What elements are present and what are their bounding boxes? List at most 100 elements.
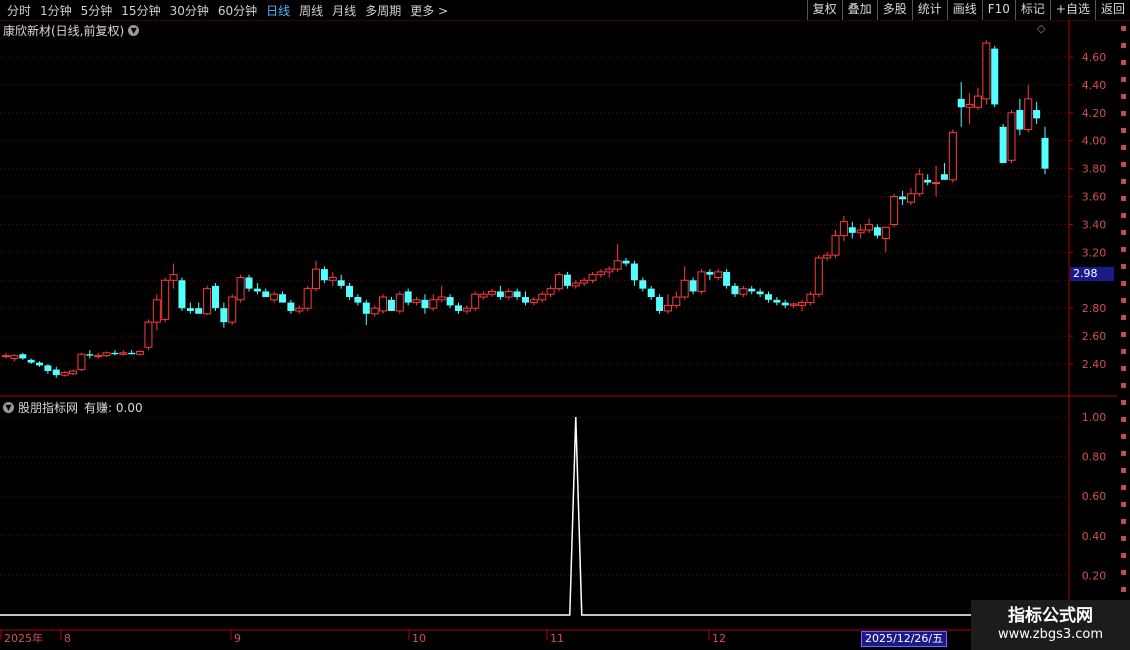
- period-tab-4[interactable]: 30分钟: [168, 2, 211, 19]
- candle-body: [1024, 98, 1033, 131]
- candle: [605, 266, 614, 278]
- candle: [899, 190, 907, 205]
- candle: [253, 283, 261, 295]
- candle: [781, 299, 789, 309]
- candle: [504, 288, 513, 300]
- candle: [346, 283, 354, 300]
- action-button-3[interactable]: 统计: [911, 0, 947, 20]
- candle: [831, 230, 840, 258]
- candle-body: [203, 288, 212, 315]
- right-side-panel[interactable]: ▪▪▪▪▪▪▪▪▪▪▪▪▪▪▪▪▪▪▪▪▪▪▪▪▪▪▪▪▪▪▪▪▪▪▪▪: [1117, 20, 1130, 650]
- candle: [236, 274, 245, 303]
- price-tick-label: 3.20: [1082, 246, 1107, 259]
- action-button-7[interactable]: +自选: [1049, 0, 1095, 20]
- action-button-2[interactable]: 多股: [876, 0, 912, 20]
- diamond-icon[interactable]: ◇: [1037, 22, 1045, 35]
- candle: [270, 291, 279, 303]
- current-price-tag: 2.98: [1070, 267, 1114, 281]
- candle: [446, 294, 454, 309]
- candle-body: [211, 285, 219, 309]
- period-tab-8[interactable]: 月线: [330, 2, 358, 19]
- candle-body: [639, 280, 647, 289]
- candle: [538, 291, 547, 303]
- candle: [1041, 126, 1049, 175]
- kline-chart[interactable]: 4.60 4.40 4.20 4.00 3.80 3.60 3.40 3.20 2.80 2.60…: [0, 20, 1117, 650]
- candle: [169, 263, 178, 289]
- candle-body: [865, 223, 874, 231]
- candle-body: [798, 302, 807, 306]
- indicator-name[interactable]: 股朋指标网: [18, 399, 78, 416]
- period-tab-1[interactable]: 1分钟: [38, 2, 74, 19]
- candle: [279, 291, 287, 303]
- candle-body: [487, 290, 496, 295]
- candle: [387, 297, 395, 311]
- candle: [404, 288, 412, 306]
- candle-body: [60, 371, 69, 376]
- period-tab-2[interactable]: 5分钟: [79, 2, 115, 19]
- side-panel-cell: ▪: [1120, 74, 1127, 85]
- candle: [152, 294, 161, 331]
- candle-body: [387, 299, 395, 311]
- period-tab-7[interactable]: 周线: [297, 2, 325, 19]
- candle-body: [899, 196, 907, 200]
- candle-body: [546, 288, 555, 295]
- candle-body: [287, 302, 295, 311]
- date-tick-label: 9: [234, 632, 241, 645]
- chevron-down-icon[interactable]: ▼: [3, 402, 14, 413]
- candle-body: [756, 291, 764, 295]
- period-tab-3[interactable]: 15分钟: [119, 2, 162, 19]
- candle-body: [656, 297, 664, 311]
- action-button-0[interactable]: 复权: [806, 0, 842, 20]
- period-tab-10[interactable]: 更多 >: [408, 2, 450, 19]
- candle: [111, 350, 119, 356]
- candle-body: [906, 193, 915, 203]
- candle: [379, 294, 388, 314]
- candle: [370, 305, 379, 317]
- candle: [672, 291, 681, 309]
- candle: [295, 305, 304, 314]
- candle: [789, 302, 798, 309]
- candle: [580, 277, 589, 286]
- candle-body: [395, 293, 404, 312]
- price-tick-label: 4.40: [1082, 79, 1107, 92]
- candle: [52, 366, 60, 378]
- candle-body: [1007, 112, 1016, 161]
- candle-body: [320, 269, 328, 281]
- candle-body: [823, 254, 832, 259]
- period-tab-6[interactable]: 日线: [264, 2, 292, 19]
- side-panel-cell: ▪: [1120, 567, 1127, 578]
- side-panel-cell: ▪: [1120, 210, 1127, 221]
- candle-body: [1016, 110, 1024, 130]
- action-button-6[interactable]: 标记: [1014, 0, 1050, 20]
- price-tick-label: 4.20: [1082, 107, 1107, 120]
- candle: [479, 291, 488, 300]
- chevron-down-icon[interactable]: ▼: [128, 25, 140, 36]
- candle-body: [806, 293, 815, 304]
- candle-body: [504, 290, 513, 298]
- action-button-5[interactable]: F10: [981, 0, 1015, 20]
- candle: [1024, 84, 1033, 133]
- candle-body: [152, 299, 161, 323]
- candle-body: [228, 296, 237, 323]
- candle-body: [680, 279, 689, 298]
- action-button-1[interactable]: 叠加: [841, 0, 877, 20]
- candle-body: [991, 48, 999, 105]
- period-tab-0[interactable]: 分时: [5, 2, 33, 19]
- candle: [689, 277, 697, 295]
- action-button-4[interactable]: 画线: [946, 0, 982, 20]
- candle-body: [1041, 137, 1049, 169]
- candle: [195, 302, 203, 314]
- candle: [1007, 110, 1016, 164]
- candle-body: [731, 285, 739, 295]
- side-panel-cell: ▪: [1120, 57, 1127, 68]
- period-tab-5[interactable]: 60分钟: [216, 2, 259, 19]
- action-button-8[interactable]: 返回: [1094, 0, 1130, 20]
- candle: [948, 129, 957, 183]
- candle: [865, 218, 874, 233]
- period-tabs: 分时 1分钟 5分钟 15分钟 30分钟 60分钟 日线 周线 月线 多周期 更多 >: [0, 0, 450, 20]
- candle-body: [522, 297, 529, 303]
- candle: [596, 269, 605, 278]
- candle: [723, 269, 731, 289]
- period-tab-9[interactable]: 多周期: [363, 2, 403, 19]
- candle-body: [136, 350, 145, 355]
